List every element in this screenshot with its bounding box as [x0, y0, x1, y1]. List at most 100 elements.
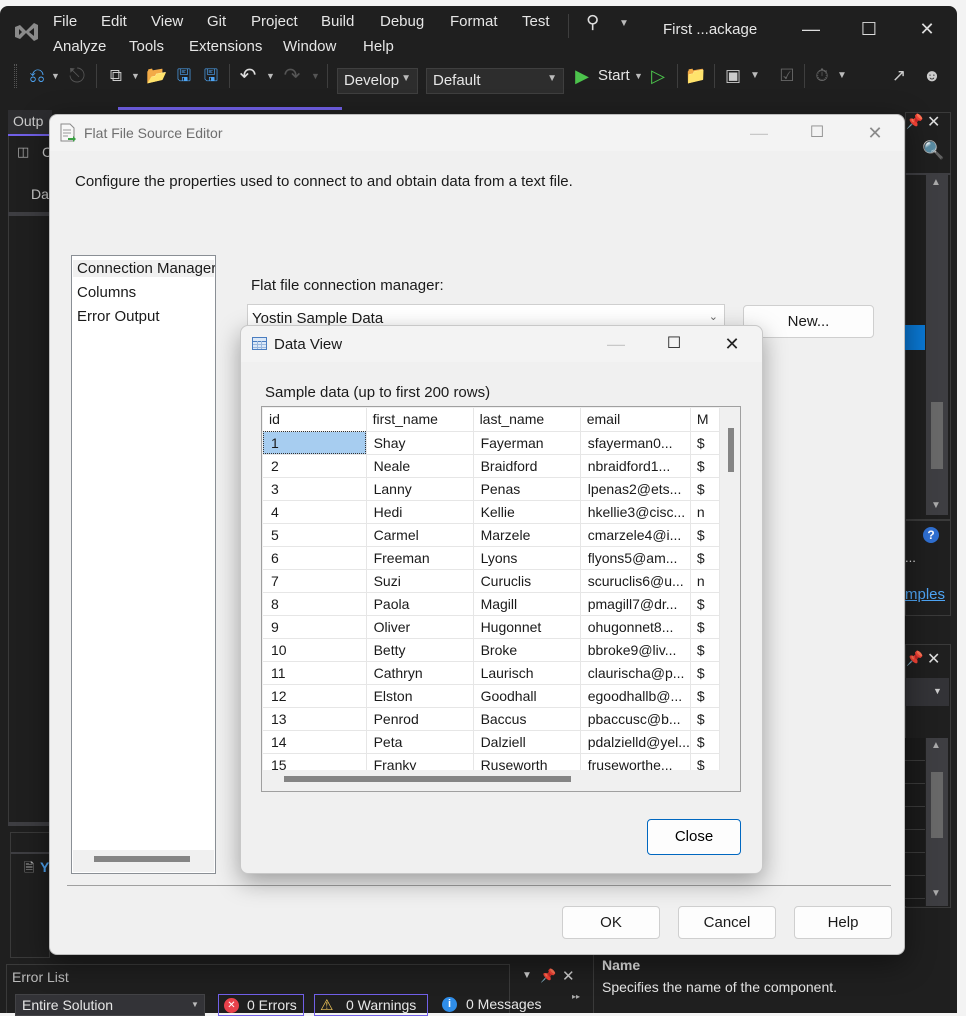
start-dropdown-icon[interactable]: ▼ [634, 64, 643, 88]
table-cell-first-name[interactable]: Betty [366, 638, 474, 662]
grid-hscroll-thumb[interactable] [284, 776, 571, 782]
table-cell-id[interactable]: 5 [263, 523, 367, 547]
grid-vscroll-thumb[interactable] [728, 428, 734, 472]
new-project-dropdown-icon[interactable]: ▼ [131, 64, 140, 88]
window-layout-icon[interactable]: ▣ [721, 64, 745, 88]
table-cell-id[interactable]: 2 [263, 454, 367, 478]
nav-item-connection-manager[interactable]: Connection Manager [73, 260, 215, 277]
table-cell-first-name[interactable]: Freeman [366, 546, 474, 570]
redo-dropdown-icon[interactable]: ▼ [311, 64, 320, 88]
close-panel-icon[interactable]: ✕ [927, 649, 940, 669]
layout-dropdown-icon[interactable]: ▼ [750, 64, 760, 88]
table-cell-m[interactable]: n [690, 500, 720, 524]
table-cell-last-name[interactable]: Hugonnet [473, 615, 581, 639]
table-cell-last-name[interactable]: Lyons [473, 546, 581, 570]
menu-analyze[interactable]: Analyze [53, 38, 106, 55]
table-row[interactable]: 11 Cathryn Laurisch claurischa@p... $ [263, 661, 720, 685]
scroll-up-icon[interactable]: ▲ [931, 740, 941, 751]
new-project-icon[interactable]: ⧉ [105, 64, 127, 88]
properties-grid[interactable] [905, 738, 925, 906]
table-cell-last-name[interactable]: Dalziell [473, 730, 581, 754]
table-cell-id[interactable]: 10 [263, 638, 367, 662]
scroll-down-icon[interactable]: ▼ [931, 500, 941, 511]
table-cell-email[interactable]: egoodhallb@... [580, 684, 691, 708]
table-cell-first-name[interactable]: Franky [366, 753, 474, 770]
table-cell-last-name[interactable]: Braidford [473, 454, 581, 478]
menu-help[interactable]: Help [363, 38, 394, 55]
grid-vscrollbar[interactable] [722, 408, 740, 770]
table-cell-m[interactable]: $ [690, 638, 720, 662]
toolbar-overflow-icon[interactable]: ▼ [837, 64, 847, 88]
table-cell-id[interactable]: 3 [263, 477, 367, 501]
help-icon[interactable]: ? [923, 527, 939, 543]
column-header-m[interactable]: M [690, 408, 720, 432]
menu-project[interactable]: Project [251, 13, 298, 30]
table-cell-id[interactable]: 13 [263, 707, 367, 731]
chevron-down-icon[interactable]: ▼ [933, 686, 942, 696]
connection-manager-label[interactable]: Y [40, 859, 49, 875]
minimize-button[interactable]: — [796, 16, 826, 42]
table-cell-last-name[interactable]: Marzele [473, 523, 581, 547]
dialog-titlebar[interactable]: Flat File Source Editor — ☐ ✕ [50, 115, 904, 151]
table-cell-email[interactable]: lpenas2@ets... [580, 477, 691, 501]
menu-tools[interactable]: Tools [129, 38, 164, 55]
nav-item-error-output[interactable]: Error Output [77, 308, 160, 325]
table-cell-email[interactable]: cmarzele4@i... [580, 523, 691, 547]
table-cell-m[interactable]: n [690, 569, 720, 593]
table-cell-m[interactable]: $ [690, 431, 720, 455]
menu-view[interactable]: View [151, 13, 183, 30]
table-cell-id[interactable]: 12 [263, 684, 367, 708]
table-cell-email[interactable]: flyons5@am... [580, 546, 691, 570]
table-cell-first-name[interactable]: Elston [366, 684, 474, 708]
help-button[interactable]: Help [794, 906, 892, 939]
table-row[interactable]: 1 Shay Fayerman sfayerman0... $ [263, 431, 720, 455]
table-cell-m[interactable]: $ [690, 684, 720, 708]
table-cell-id[interactable]: 1 [263, 431, 367, 455]
table-cell-last-name[interactable]: Curuclis [473, 569, 581, 593]
table-cell-first-name[interactable]: Penrod [366, 707, 474, 731]
close-dialog-button[interactable]: ✕ [861, 121, 889, 145]
navigate-back-icon[interactable]: ⎌ [26, 64, 48, 88]
table-cell-last-name[interactable]: Fayerman [473, 431, 581, 455]
table-cell-first-name[interactable]: Carmel [366, 523, 474, 547]
table-cell-first-name[interactable]: Suzi [366, 569, 474, 593]
platform-combo[interactable]: Default ▼ [426, 68, 564, 94]
nav-item-columns[interactable]: Columns [77, 284, 136, 301]
table-row[interactable]: 4 Hedi Kellie hkellie3@cisc... n [263, 500, 720, 524]
scroll-down-icon[interactable]: ▼ [931, 888, 941, 899]
grid-hscrollbar[interactable] [263, 770, 721, 790]
maximize-button[interactable]: ☐ [803, 121, 831, 145]
table-cell-id[interactable]: 8 [263, 592, 367, 616]
pin-icon[interactable]: 📌 [906, 650, 923, 667]
minimize-button[interactable]: — [602, 332, 630, 356]
table-row[interactable]: 5 Carmel Marzele cmarzele4@i... $ [263, 523, 720, 547]
open-folder-icon[interactable]: 📂 [146, 64, 168, 88]
table-cell-last-name[interactable]: Magill [473, 592, 581, 616]
start-button[interactable]: Start [598, 64, 630, 88]
table-cell-last-name[interactable]: Laurisch [473, 661, 581, 685]
table-row[interactable]: 9 Oliver Hugonnet ohugonnet8... $ [263, 615, 720, 639]
table-cell-email[interactable]: hkellie3@cisc... [580, 500, 691, 524]
table-cell-email[interactable]: pbaccusc@b... [580, 707, 691, 731]
maximize-button[interactable]: ☐ [660, 332, 688, 356]
table-cell-email[interactable]: fruseworthe... [580, 753, 691, 770]
search-icon[interactable]: ⚲ [586, 12, 599, 33]
live-share-icon[interactable]: ☻ [921, 64, 943, 88]
error-list-menu-icon[interactable]: ▼ [522, 970, 532, 981]
table-cell-id[interactable]: 7 [263, 569, 367, 593]
maximize-button[interactable]: ☐ [854, 16, 884, 42]
output-tab-label[interactable]: Outp [13, 113, 43, 129]
toolbox-scroll-thumb[interactable] [931, 402, 943, 469]
table-cell-first-name[interactable]: Hedi [366, 500, 474, 524]
table-row[interactable]: 8 Paola Magill pmagill7@dr... $ [263, 592, 720, 616]
table-cell-email[interactable]: scuruclis6@u... [580, 569, 691, 593]
menu-extensions[interactable]: Extensions [189, 38, 262, 55]
cancel-button[interactable]: Cancel [678, 906, 776, 939]
table-cell-email[interactable]: nbraidford1... [580, 454, 691, 478]
pin-icon[interactable]: 📌 [540, 968, 556, 984]
browse-folder-icon[interactable]: 📁 [684, 64, 708, 88]
search-magnifier-icon[interactable]: 🔍 [922, 140, 944, 161]
share-icon[interactable]: ↗ [888, 64, 910, 88]
timer-icon[interactable]: ⏱ [812, 64, 832, 88]
table-cell-email[interactable]: ohugonnet8... [580, 615, 691, 639]
